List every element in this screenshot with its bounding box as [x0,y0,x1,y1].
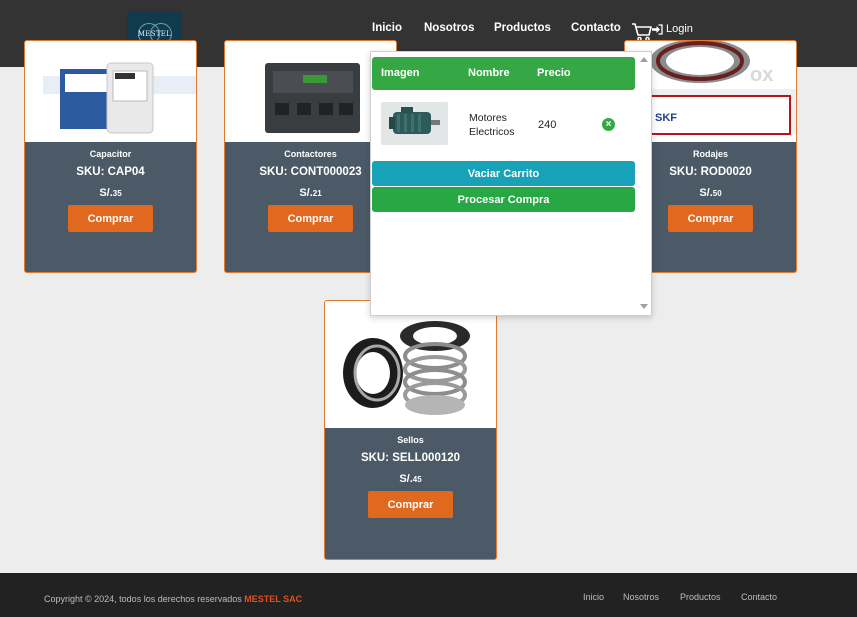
column-header-nombre: Nombre [468,67,510,79]
login-link[interactable]: Login [652,23,693,35]
shopping-cart-icon[interactable] [631,22,653,42]
nav-contacto[interactable]: Contacto [571,22,621,34]
capacitor-image [43,62,196,134]
product-name: Sellos [397,435,424,445]
product-name: Capacitor [89,149,132,159]
login-label: Login [666,23,693,35]
cart-scrollbar[interactable] [637,52,651,315]
column-header-imagen: Imagen [381,67,420,79]
cart-item-name: Motores Electricos [469,112,515,138]
mechanical-seal-image [343,321,470,415]
cart-item-row: Motores Electricos 240 × [372,92,635,158]
product-sku: SKU: SELL000120 [360,452,461,464]
cart-dropdown: Imagen Nombre Precio Motores Electricos … [370,51,652,316]
cart-item-thumbnail [381,102,448,145]
cart-table-header: Imagen Nombre Precio [372,57,635,90]
product-price: S/.45 [399,473,422,485]
empty-cart-button[interactable]: Vaciar Carrito [372,161,635,186]
buy-button-contactores[interactable]: Comprar [268,205,353,232]
product-image-capacitor [25,41,196,142]
footer-link-inicio[interactable]: Inicio [583,592,604,602]
product-sku: SKU: CAP04 [76,166,145,178]
scroll-down-arrow-icon[interactable] [640,304,648,309]
footer-link-contacto[interactable]: Contacto [741,592,777,602]
electric-motor-image [389,107,440,134]
buy-button-sellos[interactable]: Comprar [368,491,453,518]
site-footer: Copyright © 2024, todos los derechos res… [0,573,857,617]
cart-item-price: 240 [538,119,557,131]
nav-inicio[interactable]: Inicio [372,22,402,34]
process-purchase-button[interactable]: Procesar Compra [372,187,635,212]
svg-text:ox: ox [750,64,773,86]
remove-item-icon[interactable]: × [602,118,615,131]
copyright-text: Copyright © 2024, todos los derechos res… [44,594,303,604]
product-price: S/.35 [99,187,122,199]
product-card-capacitor: Capacitor SKU: CAP04 S/.35 Comprar [24,40,197,273]
product-image-sellos [325,301,496,428]
buy-button-rodajes[interactable]: Comprar [668,205,753,232]
scroll-up-arrow-icon[interactable] [640,57,648,62]
sign-in-icon [652,23,663,35]
footer-link-nosotros[interactable]: Nosotros [623,592,659,602]
footer-brand[interactable]: MESTEL SAC [244,594,302,604]
svg-text:SKF: SKF [655,112,677,124]
product-card-sellos: Sellos SKU: SELL000120 S/.45 Comprar [324,300,497,560]
main-nav: Inicio Nosotros Productos Contacto [0,22,857,38]
nav-nosotros[interactable]: Nosotros [424,22,474,34]
nav-productos[interactable]: Productos [494,22,551,34]
column-header-precio: Precio [537,67,571,79]
footer-link-productos[interactable]: Productos [680,592,721,602]
buy-button-capacitor[interactable]: Comprar [68,205,153,232]
